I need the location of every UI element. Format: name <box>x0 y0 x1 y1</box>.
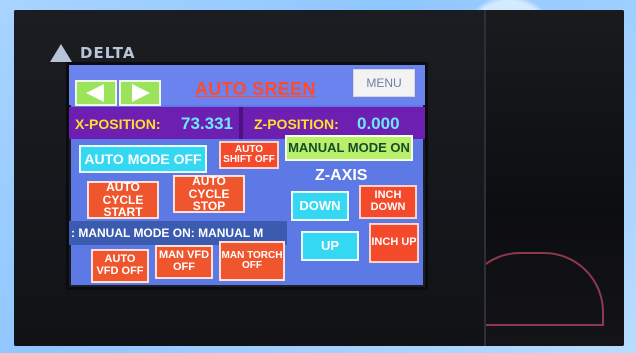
position-divider <box>239 107 243 139</box>
auto-cycle-stop-button[interactable]: AUTO CYCLE STOP <box>173 175 245 213</box>
inch-up-button[interactable]: INCH UP <box>369 223 419 263</box>
man-vfd-button[interactable]: MAN VFD OFF <box>155 245 213 279</box>
photo-scene: DELTA AUTO SREEN MENU X-POSITION: 73.331… <box>14 10 624 346</box>
x-position-value: 73.331 <box>181 114 233 133</box>
manual-mode-button[interactable]: MANUAL MODE ON <box>285 135 413 161</box>
z-up-button[interactable]: UP <box>301 231 359 261</box>
z-down-button[interactable]: DOWN <box>291 191 349 221</box>
x-position-label: X-POSITION: <box>75 116 161 132</box>
delta-logo-icon <box>50 44 72 62</box>
z-position-value: 0.000 <box>357 114 400 133</box>
device-brand: DELTA <box>80 44 136 62</box>
auto-vfd-button[interactable]: AUTO VFD OFF <box>91 249 149 283</box>
nav-back-button[interactable] <box>75 80 117 106</box>
auto-mode-button[interactable]: AUTO MODE OFF <box>79 145 207 173</box>
z-position-label: Z-POSITION: <box>254 116 339 132</box>
man-torch-button[interactable]: MAN TORCH OFF <box>219 241 285 281</box>
arrow-right-icon <box>132 84 150 102</box>
auto-cycle-start-button[interactable]: AUTO CYCLE START <box>87 181 159 219</box>
menu-button[interactable]: MENU <box>353 69 415 97</box>
hmi-screen: AUTO SREEN MENU X-POSITION: 73.331 Z-POS… <box>66 62 428 290</box>
z-axis-label: Z-AXIS <box>315 167 368 184</box>
auto-shift-button[interactable]: AUTO SHIFT OFF <box>219 141 279 169</box>
nav-forward-button[interactable] <box>119 80 161 106</box>
inch-down-button[interactable]: INCH DOWN <box>359 185 417 219</box>
arrow-left-icon <box>86 84 104 102</box>
hmi-device: DELTA AUTO SREEN MENU X-POSITION: 73.331… <box>14 10 486 346</box>
screen-title: AUTO SREEN <box>195 79 316 99</box>
